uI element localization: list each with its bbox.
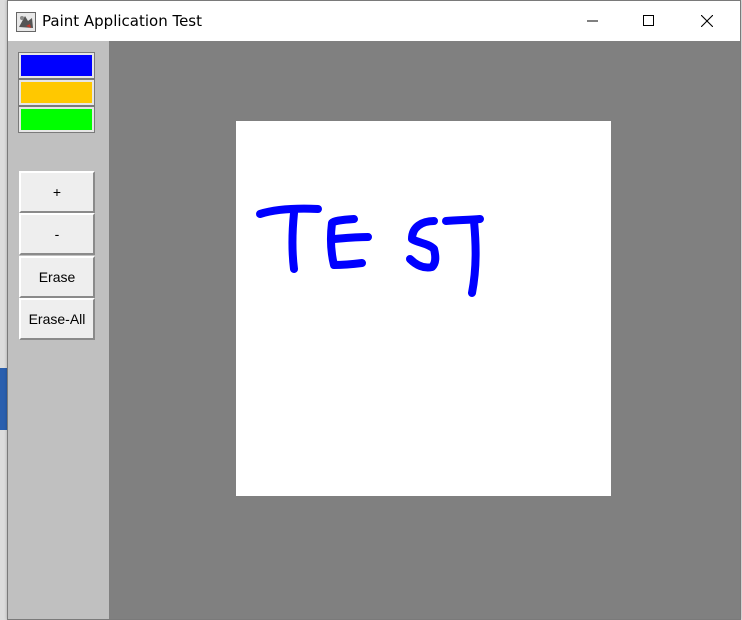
- erase-button[interactable]: Erase: [19, 256, 95, 298]
- color-swatch-blue[interactable]: [18, 52, 95, 79]
- minimize-button[interactable]: [570, 1, 616, 41]
- maximize-icon: [643, 15, 654, 26]
- desktop-background: [0, 0, 7, 620]
- erase-all-button[interactable]: Erase-All: [19, 298, 95, 340]
- stroke-letter-e: [330, 233, 372, 243]
- stroke-letter-s: [406, 217, 440, 272]
- window-title: Paint Application Test: [42, 12, 203, 30]
- close-button[interactable]: [684, 1, 730, 41]
- maximize-button[interactable]: [626, 1, 672, 41]
- stroke-letter-t: [288, 209, 298, 273]
- decrease-brush-button[interactable]: -: [19, 213, 95, 255]
- color-swatch-orange[interactable]: [18, 79, 95, 106]
- java-app-icon: [16, 12, 36, 32]
- close-icon: [701, 15, 713, 27]
- client-area: + - Erase Erase-All: [8, 41, 740, 619]
- stroke-letter-t: [256, 204, 322, 218]
- paint-window: Paint Application Test + - Erase Erase-A…: [7, 0, 741, 620]
- screen: Paint Application Test + - Erase Erase-A…: [0, 0, 742, 620]
- title-bar[interactable]: Paint Application Test: [8, 1, 740, 41]
- stroke-letter-t: [468, 217, 480, 297]
- drawing-canvas[interactable]: [236, 121, 611, 496]
- color-swatch-green[interactable]: [18, 106, 95, 133]
- minimize-icon: [587, 20, 598, 22]
- desktop-window-edge: [0, 368, 7, 430]
- canvas-drawing: [256, 204, 484, 297]
- increase-brush-button[interactable]: +: [19, 171, 95, 213]
- tool-sidebar: + - Erase Erase-All: [8, 41, 109, 619]
